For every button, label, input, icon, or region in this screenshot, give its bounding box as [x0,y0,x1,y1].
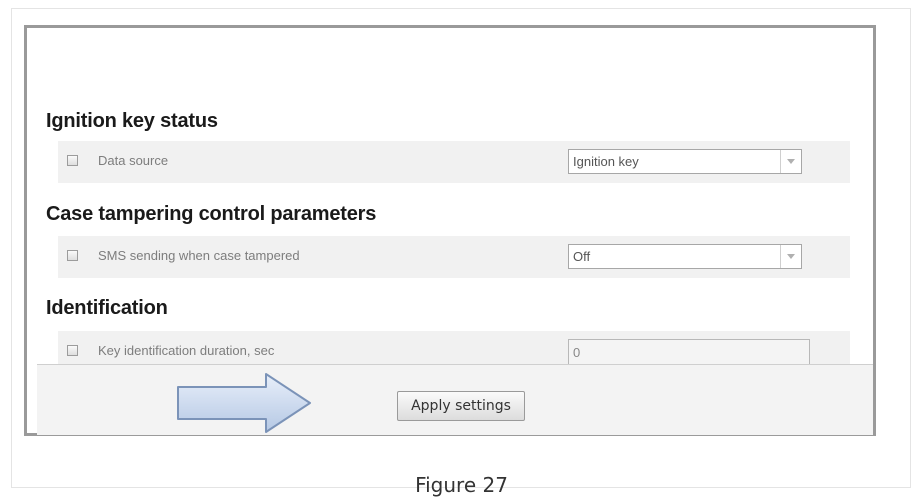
key-identification-checkbox[interactable] [67,345,78,356]
chevron-down-icon[interactable] [780,245,801,268]
key-identification-input[interactable] [568,339,810,364]
sms-sending-select-value: Off [573,249,591,264]
section-title-ignition-key-status: Ignition key status [46,110,218,132]
data-source-checkbox[interactable] [67,155,78,166]
setting-row-sms-sending: SMS sending when case tampered Off [58,236,850,278]
apply-settings-button[interactable]: Apply settings [397,391,525,421]
chevron-down-icon[interactable] [780,150,801,173]
section-title-identification: Identification [46,297,168,319]
setting-row-data-source: Data source Ignition key [58,141,850,183]
key-identification-label: Key identification duration, sec [98,343,275,358]
data-source-select[interactable]: Ignition key [568,149,802,174]
data-source-label: Data source [98,153,169,168]
section-title-case-tampering: Case tampering control parameters [46,203,377,225]
setting-row-key-identification: Key identification duration, sec [58,331,850,364]
sms-sending-checkbox[interactable] [67,250,78,261]
data-source-select-value: Ignition key [573,154,639,169]
right-arrow-icon [177,373,311,433]
sms-sending-select[interactable]: Off [568,244,802,269]
sms-sending-label: SMS sending when case tampered [98,248,300,263]
figure-caption: Figure 27 [415,473,508,497]
